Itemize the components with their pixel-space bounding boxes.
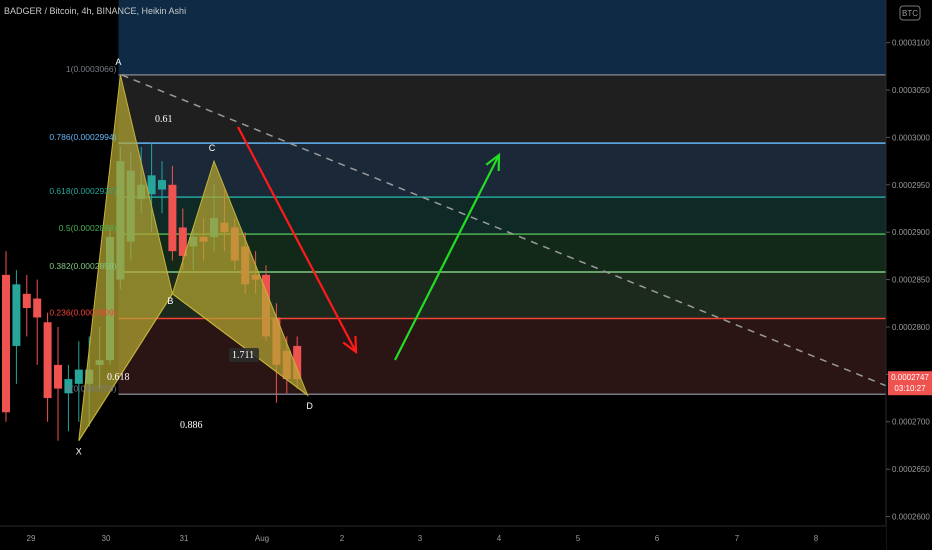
time-tick-label: 8 [814,534,819,543]
pattern-point-a: A [115,57,121,67]
price-tick-label: 0.0003050 [892,86,930,95]
price-tag-countdown: 03:10:27 [894,384,926,393]
price-tick-label: 0.0002700 [892,418,930,427]
price-chart[interactable]: 1(0.0003066) 0.786(0.0002994) 0.618(0.0002… [0,0,932,550]
pattern-point-d: D [306,401,313,411]
price-tick-label: 0.0002950 [892,181,930,190]
time-tick-label: Aug [255,534,269,543]
time-axis-bg [0,526,886,550]
candle-body [158,180,166,190]
candle-body [12,284,21,346]
candle-body [74,369,83,384]
price-tick-label: 0.0003100 [892,39,930,48]
price-tick-label: 0.0002850 [892,276,930,285]
fib-level-label: 0.786(0.0002994) [49,132,116,142]
time-tick-label: 3 [418,534,423,543]
chart-title: BADGER / Bitcoin, 4h, BINANCE, Heikin As… [4,6,186,16]
fib-level-label: 1(0.0003066) [66,64,117,74]
fib-zone-upper [118,0,887,75]
time-tick-label: 4 [497,534,502,543]
pattern-ratio-label: 1.711 [232,350,254,361]
candle-body [168,184,177,252]
price-tick-label: 0.0003000 [892,133,930,142]
price-tick-label: 0.0002650 [892,465,930,474]
fib-level-label: 0.5(0.0002898) [59,223,117,233]
candle-body [54,364,62,389]
time-tick-label: 29 [27,534,36,543]
pattern-point-c: C [209,143,216,153]
candle-body [33,298,42,318]
pattern-ratio-label: 0.61 [155,114,173,125]
pattern-point-x: X [76,447,82,457]
candle-body [22,293,31,309]
time-tick-label: 5 [576,534,581,543]
price-tick-label: 0.0002600 [892,513,930,522]
candle-body [147,175,156,195]
fib-zone-band [118,143,887,198]
price-tick-label: 0.0002800 [892,323,930,332]
fib-level-label: 0(0.0002729) [66,383,117,393]
time-tick-label: 7 [735,534,740,543]
pattern-point-b: B [167,296,173,306]
fib-level-label: 0.618(0.0002937) [49,186,116,196]
currency-badge[interactable]: BTC [902,9,918,18]
time-tick-label: 2 [340,534,345,543]
candle-body [43,322,52,399]
price-tick-label: 0.0002900 [892,228,930,237]
time-tick-label: 31 [180,534,189,543]
fib-level-label: 0.236(0.0002809) [49,307,116,317]
price-tag-value: 0.0002747 [891,373,929,382]
fib-level-label: 0.382(0.0002858) [49,261,116,271]
last-price-tag: 0.0002747 03:10:27 [888,371,932,396]
pattern-ratio-label: 0.618 [107,372,130,383]
candle-body [2,274,10,413]
time-tick-label: 30 [102,534,111,543]
time-tick-label: 6 [655,534,660,543]
chart-stage: 1(0.0003066) 0.786(0.0002994) 0.618(0.0002… [0,0,932,550]
pattern-ratio-label: 0.886 [180,420,203,431]
fib-zone-band [118,74,887,144]
